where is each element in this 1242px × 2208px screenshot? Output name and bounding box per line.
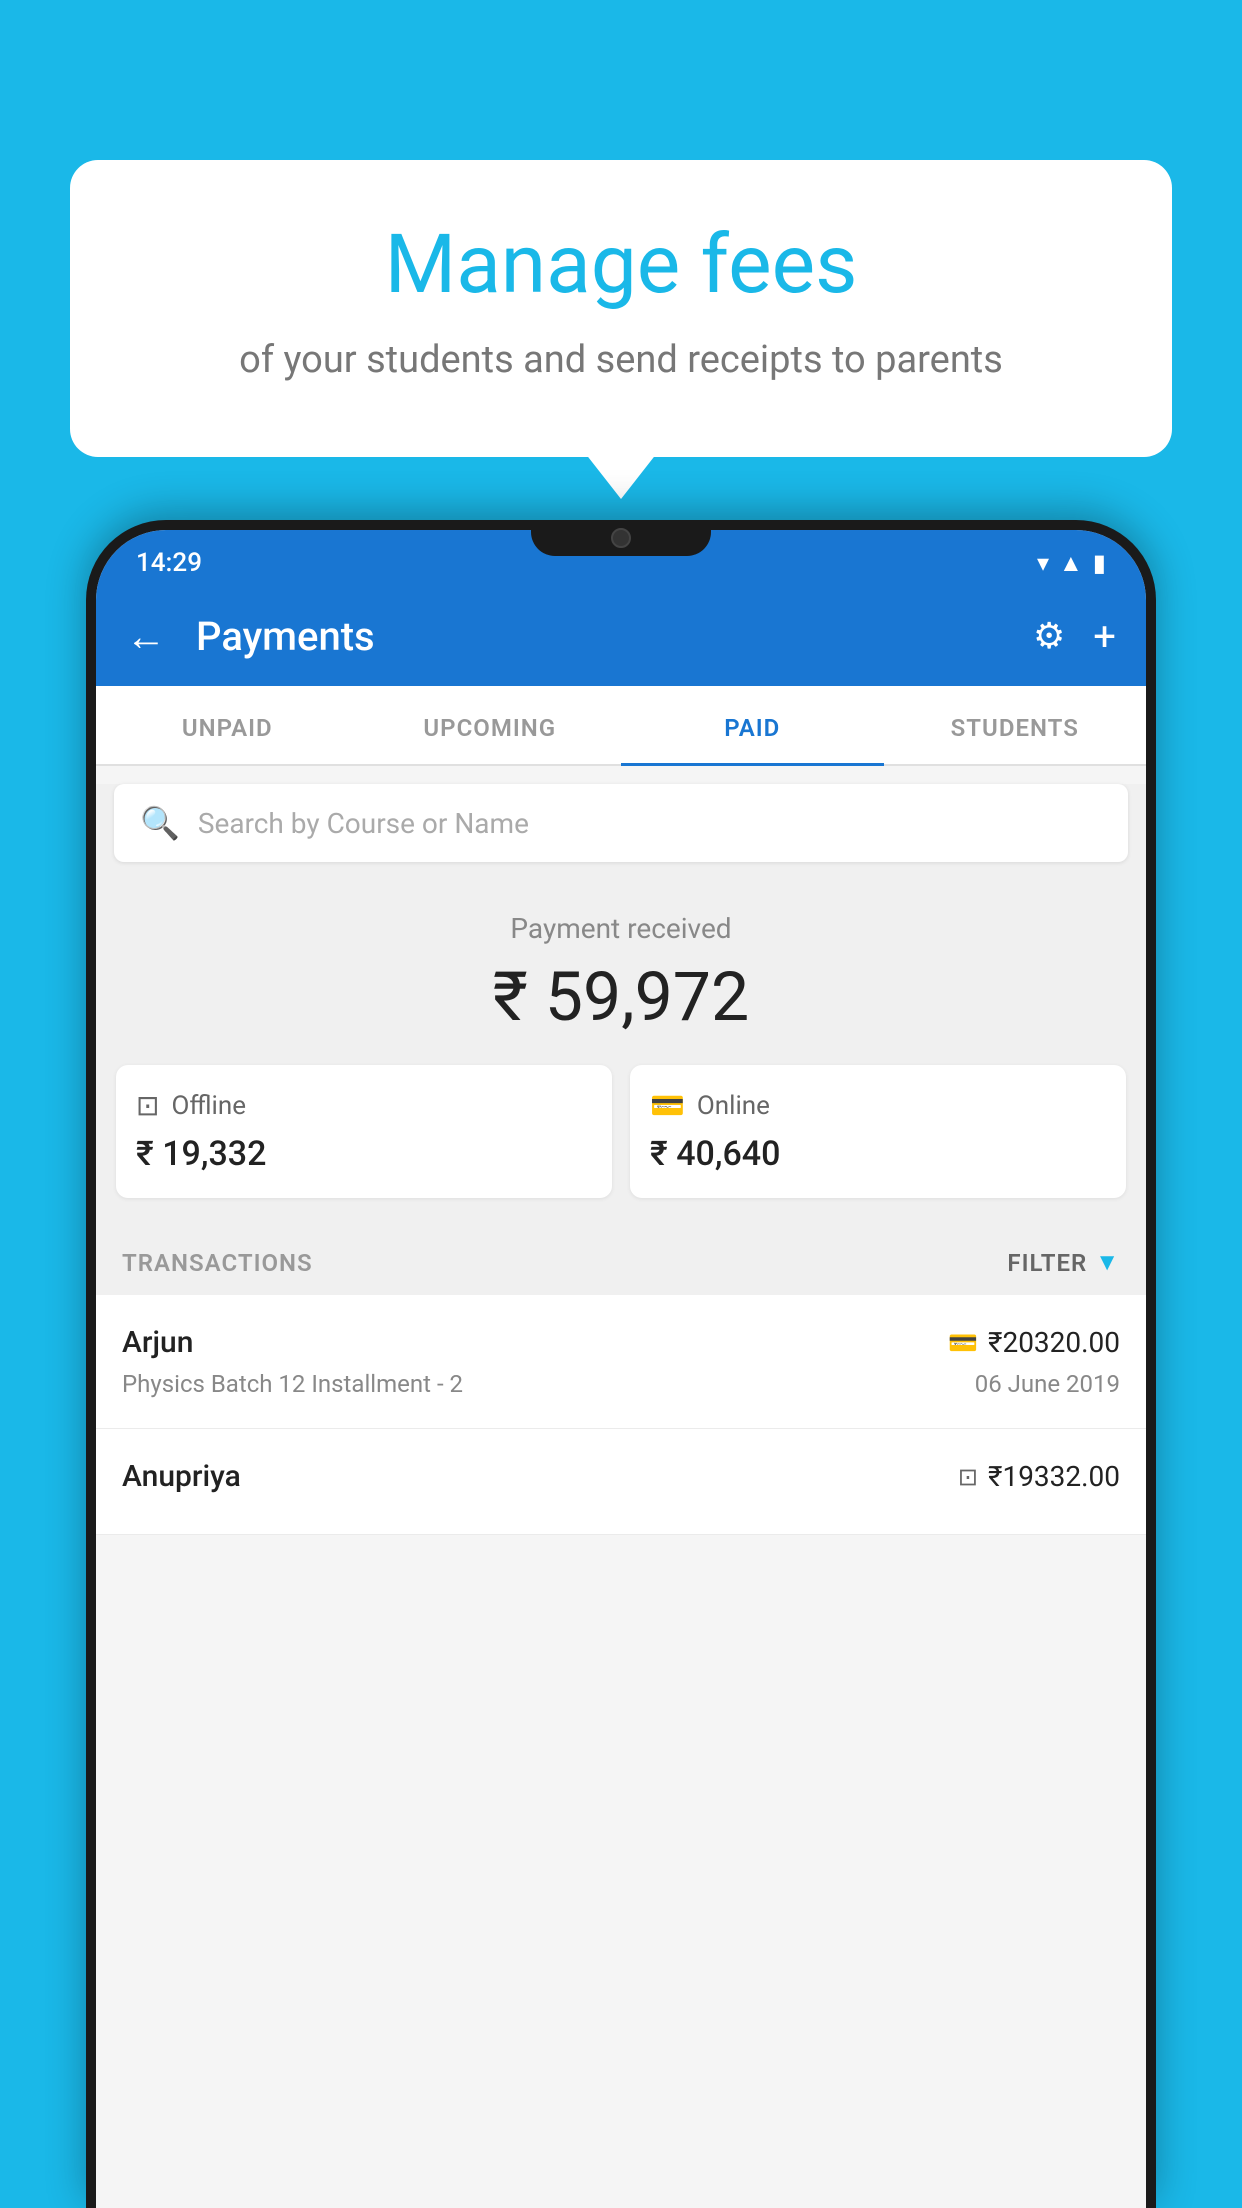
filter-label: FILTER [1007,1249,1087,1277]
transaction-amount-wrap: ⊡ ₹19332.00 [958,1460,1120,1493]
online-label: Online [697,1091,770,1121]
transaction-amount: ₹20320.00 [988,1326,1120,1359]
hero-subtitle: of your students and send receipts to pa… [150,334,1092,387]
main-content: 🔍 Search by Course or Name Payment recei… [96,784,1146,1535]
transaction-row-top: Arjun 💳 ₹20320.00 [122,1325,1120,1360]
payment-received-label: Payment received [116,912,1126,945]
search-bar[interactable]: 🔍 Search by Course or Name [114,784,1128,862]
transactions-header: TRANSACTIONS FILTER ▼ [96,1222,1146,1295]
transaction-name: Arjun [122,1325,193,1360]
offline-label: Offline [171,1091,246,1121]
tab-students[interactable]: STUDENTS [884,686,1147,764]
back-button[interactable]: ← [126,613,166,660]
hero-section: Manage fees of your students and send re… [70,160,1172,457]
filter-icon: ▼ [1095,1248,1120,1277]
transaction-amount: ₹19332.00 [988,1460,1120,1493]
offline-amount: ₹ 19,332 [136,1134,592,1174]
offline-card-header: ⊡ Offline [136,1089,592,1122]
phone-notch [531,520,711,556]
payment-cards: ⊡ Offline ₹ 19,332 💳 Online ₹ 40,640 [116,1065,1126,1198]
transaction-item[interactable]: Arjun 💳 ₹20320.00 Physics Batch 12 Insta… [96,1295,1146,1429]
online-amount: ₹ 40,640 [650,1134,1106,1174]
camera [611,528,631,548]
tab-unpaid[interactable]: UNPAID [96,686,359,764]
battery-icon: ▮ [1093,549,1106,577]
online-payment-icon: 💳 [948,1329,978,1357]
transaction-name: Anupriya [122,1459,241,1494]
search-input[interactable]: Search by Course or Name [198,807,529,840]
transaction-row-bottom: Physics Batch 12 Installment - 2 06 June… [122,1370,1120,1398]
speech-bubble: Manage fees of your students and send re… [70,160,1172,457]
offline-payment-icon: ⊡ [958,1463,978,1491]
app-bar-title: Payments [196,613,1003,660]
transaction-amount-wrap: 💳 ₹20320.00 [948,1326,1120,1359]
phone-frame: 14:29 ▾ ▲ ▮ ← Payments ⚙ + UNPAID UPCOMI… [86,520,1156,2208]
payment-summary: Payment received ₹ 59,972 ⊡ Offline ₹ 19… [96,880,1146,1222]
tab-paid[interactable]: PAID [621,686,884,764]
hero-title: Manage fees [150,220,1092,310]
tab-bar: UNPAID UPCOMING PAID STUDENTS [96,686,1146,766]
transaction-row-top: Anupriya ⊡ ₹19332.00 [122,1459,1120,1494]
signal-icon: ▲ [1059,549,1083,578]
transactions-label: TRANSACTIONS [122,1249,313,1277]
status-time: 14:29 [136,548,202,578]
app-bar-actions: ⚙ + [1033,613,1116,660]
tab-upcoming[interactable]: UPCOMING [359,686,622,764]
settings-button[interactable]: ⚙ [1033,615,1065,657]
transaction-date: 06 June 2019 [975,1370,1120,1398]
transaction-course: Physics Batch 12 Installment - 2 [122,1370,463,1398]
transaction-item[interactable]: Anupriya ⊡ ₹19332.00 [96,1429,1146,1535]
status-icons: ▾ ▲ ▮ [1037,549,1106,578]
add-button[interactable]: + [1093,613,1116,660]
app-bar: ← Payments ⚙ + [96,586,1146,686]
filter-button[interactable]: FILTER ▼ [1007,1248,1120,1277]
search-icon: 🔍 [140,804,180,842]
online-icon: 💳 [650,1089,685,1122]
offline-card: ⊡ Offline ₹ 19,332 [116,1065,612,1198]
online-card: 💳 Online ₹ 40,640 [630,1065,1126,1198]
payment-total: ₹ 59,972 [116,957,1126,1037]
online-card-header: 💳 Online [650,1089,1106,1122]
phone-screen: 14:29 ▾ ▲ ▮ ← Payments ⚙ + UNPAID UPCOMI… [96,530,1146,2208]
wifi-icon: ▾ [1037,549,1049,577]
offline-icon: ⊡ [136,1089,159,1122]
